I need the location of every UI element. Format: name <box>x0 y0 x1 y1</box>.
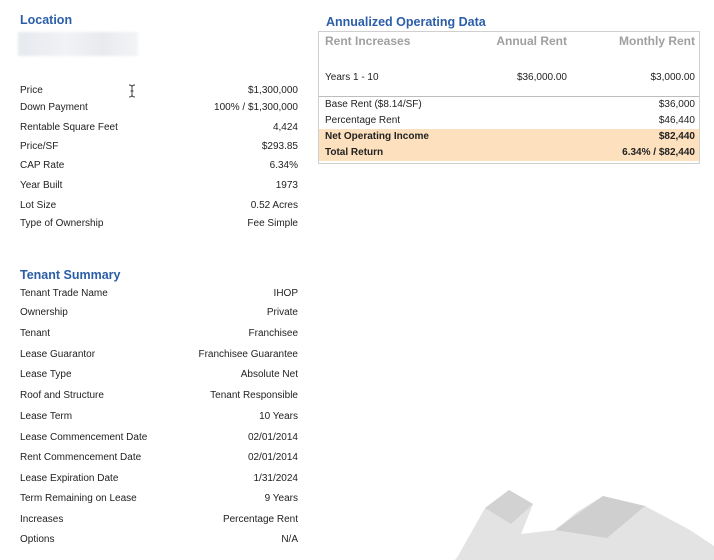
location-row: Price/SF $293.85 <box>20 141 298 157</box>
row-label: Term Remaining on Lease <box>20 493 137 504</box>
row-label: Price/SF <box>20 141 59 152</box>
row-value: 6.34% <box>269 160 298 171</box>
row-value: Franchisee Guarantee <box>198 349 298 360</box>
row-label: Percentage Rent <box>325 115 401 126</box>
watermark-logo-icon <box>455 490 714 560</box>
row-value: $36,000 <box>658 99 695 110</box>
row-label: Lease Guarantor <box>20 349 96 360</box>
row-value: $46,440 <box>658 115 695 126</box>
row-label: Rentable Square Feet <box>20 122 118 133</box>
tenant-row: Tenant Franchisee <box>20 328 298 344</box>
row-value: Fee Simple <box>247 218 298 229</box>
row-value: 4,424 <box>272 122 298 133</box>
row-label: Year Built <box>20 180 63 191</box>
row-label: Tenant <box>20 328 51 339</box>
row-label: Total Return <box>325 147 384 158</box>
row-value: 1973 <box>275 180 298 191</box>
row-value: $1,300,000 <box>247 85 298 96</box>
net-operating-income-row: Net Operating Income $82,440 <box>319 129 699 145</box>
location-row: Down Payment 100% / $1,300,000 <box>20 102 298 118</box>
location-row: Rentable Square Feet 4,424 <box>20 122 298 138</box>
row-label: Roof and Structure <box>20 390 104 401</box>
row-value: $293.85 <box>261 141 298 152</box>
operating-data-heading: Annualized Operating Data <box>326 15 486 29</box>
tenant-row: Lease Expiration Date 1/31/2024 <box>20 473 298 489</box>
row-value: 1/31/2024 <box>253 473 299 484</box>
percentage-rent-row: Percentage Rent $46,440 <box>319 113 699 129</box>
location-row: Year Built 1973 <box>20 180 298 196</box>
tenant-row: Term Remaining on Lease 9 Years <box>20 493 298 509</box>
tenant-row: Increases Percentage Rent <box>20 514 298 530</box>
row-label: Lease Type <box>20 369 72 380</box>
row-value: N/A <box>281 534 298 545</box>
row-value: Franchisee <box>248 328 298 339</box>
row-label: Tenant Trade Name <box>20 288 108 299</box>
tenant-row: Lease Commencement Date 02/01/2014 <box>20 432 298 448</box>
row-value: $82,440 <box>658 131 695 142</box>
row-value: 6.34% / $82,440 <box>622 147 695 158</box>
header-rent-increases: Rent Increases <box>325 34 411 48</box>
row-value: Percentage Rent <box>222 514 298 525</box>
row-value: 9 Years <box>264 493 298 504</box>
tenant-row: Rent Commencement Date 02/01/2014 <box>20 452 298 468</box>
tenant-row: Roof and Structure Tenant Responsible <box>20 390 298 406</box>
location-heading: Location <box>20 13 73 27</box>
location-row: CAP Rate 6.34% <box>20 160 298 176</box>
operating-data-table: Rent Increases Annual Rent Monthly Rent … <box>318 31 700 164</box>
redacted-address <box>18 32 138 56</box>
total-return-row: Total Return 6.34% / $82,440 <box>319 145 699 161</box>
row-label: Rent Commencement Date <box>20 452 142 463</box>
row-label: Base Rent ($8.14/SF) <box>325 99 422 110</box>
tenant-row: Lease Guarantor Franchisee Guarantee <box>20 349 298 365</box>
row-value: IHOP <box>273 288 298 299</box>
row-value: 100% / $1,300,000 <box>214 102 298 113</box>
row-value: 10 Years <box>259 411 298 422</box>
years-monthly-rent: $3,000.00 <box>650 72 696 83</box>
row-value: Private <box>266 307 298 318</box>
table-header: Rent Increases Annual Rent Monthly Rent <box>319 32 699 52</box>
row-label: Lease Term <box>20 411 73 422</box>
tenant-row: Lease Term 10 Years <box>20 411 298 427</box>
row-value: 02/01/2014 <box>247 452 298 463</box>
location-row: Price $1,300,000 <box>20 85 298 101</box>
tenant-row: Ownership Private <box>20 307 298 323</box>
row-label: Down Payment <box>20 102 88 113</box>
row-label: Lease Commencement Date <box>20 432 148 443</box>
row-label: Lease Expiration Date <box>20 473 119 484</box>
row-value: 0.52 Acres <box>250 200 298 211</box>
tenant-row: Lease Type Absolute Net <box>20 369 298 385</box>
location-row: Type of Ownership Fee Simple <box>20 218 298 234</box>
years-row: Years 1 - 10 $36,000.00 $3,000.00 <box>319 72 699 86</box>
location-row: Lot Size 0.52 Acres <box>20 200 298 216</box>
row-value: 02/01/2014 <box>247 432 298 443</box>
years-label: Years 1 - 10 <box>325 72 379 83</box>
row-label: Options <box>20 534 55 545</box>
row-label: CAP Rate <box>20 160 65 171</box>
row-label: Net Operating Income <box>325 131 429 142</box>
row-value: Tenant Responsible <box>210 390 298 401</box>
header-monthly-rent: Monthly Rent <box>619 34 695 48</box>
row-label: Price <box>20 85 43 96</box>
row-label: Ownership <box>20 307 68 318</box>
tenant-summary-heading: Tenant Summary <box>20 268 121 282</box>
years-annual-rent: $36,000.00 <box>516 72 567 83</box>
text-cursor-icon <box>128 84 136 98</box>
row-value: Absolute Net <box>240 369 298 380</box>
row-label: Increases <box>20 514 64 525</box>
row-label: Lot Size <box>20 200 57 211</box>
tenant-row: Options N/A <box>20 534 298 550</box>
tenant-row: Tenant Trade Name IHOP <box>20 288 298 304</box>
header-annual-rent: Annual Rent <box>496 34 567 48</box>
base-rent-row: Base Rent ($8.14/SF) $36,000 <box>319 97 699 113</box>
row-label: Type of Ownership <box>20 218 104 229</box>
